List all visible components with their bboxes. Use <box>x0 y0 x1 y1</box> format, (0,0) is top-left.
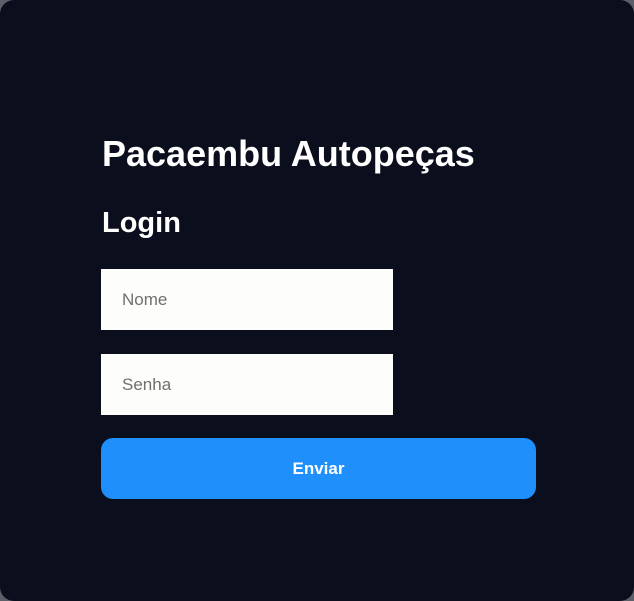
name-input[interactable] <box>101 269 393 330</box>
app-title: Pacaembu Autopeças <box>102 133 475 174</box>
password-input[interactable] <box>101 354 393 415</box>
submit-button[interactable]: Enviar <box>101 438 536 499</box>
login-card: Pacaembu Autopeças Login Enviar <box>0 0 634 601</box>
login-heading: Login <box>102 207 181 239</box>
